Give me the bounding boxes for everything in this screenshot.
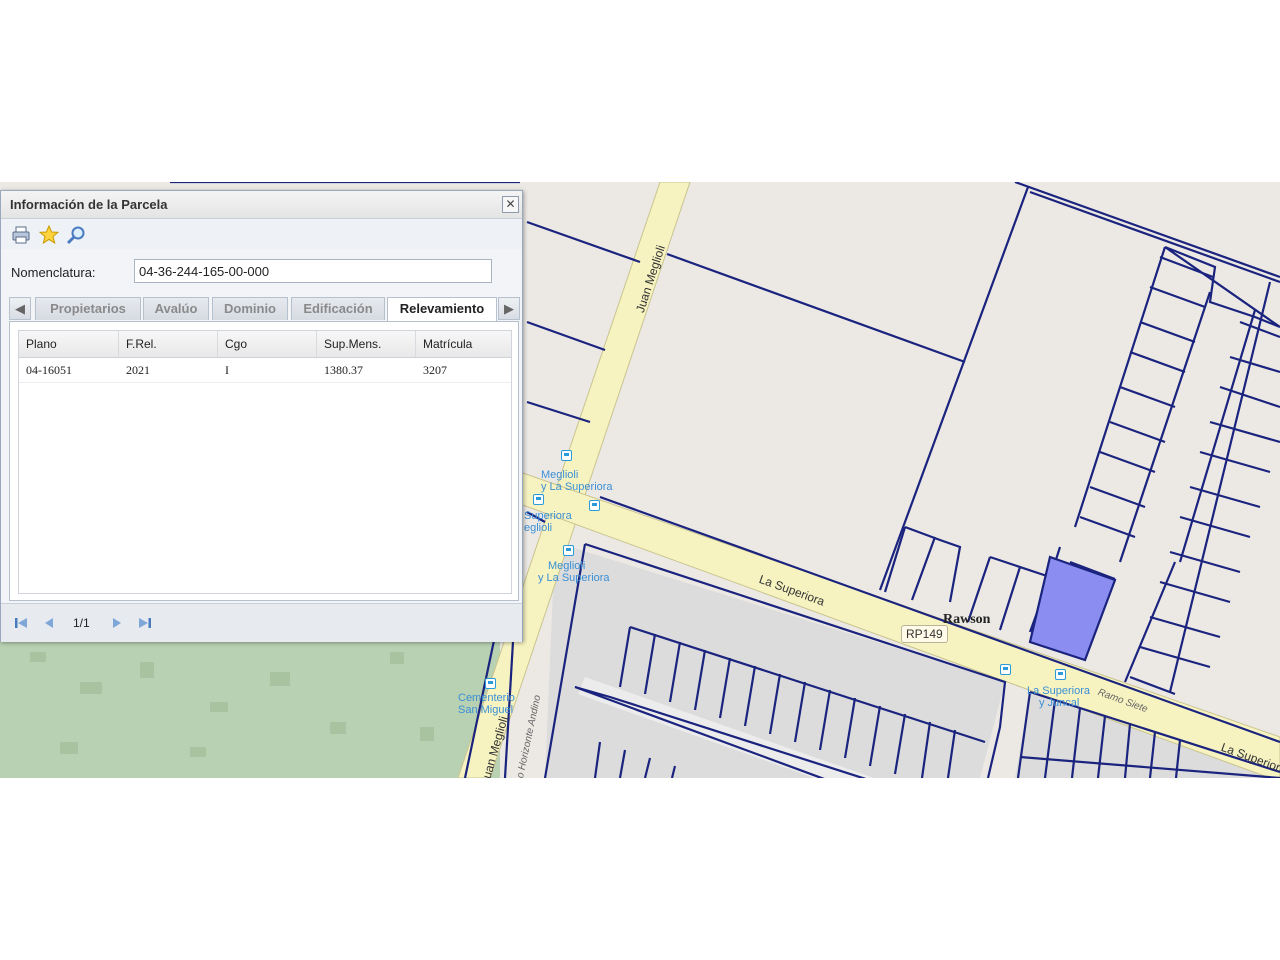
poi-text: La Superiora [1027,685,1090,697]
poi-text: y La Superiora [541,481,613,493]
bus-stop-icon[interactable] [533,494,544,505]
town-label: Rawson [943,612,991,627]
dialog-toolbar [1,219,522,249]
page-indicator: 1/1 [73,616,90,630]
previous-page-icon [45,618,53,628]
cell-sup-mens: 1380.37 [324,363,363,377]
bus-stop-icon[interactable] [485,678,496,689]
previous-page-button[interactable] [41,615,57,631]
print-button[interactable] [11,225,31,245]
column-header-sup-mens[interactable]: Sup.Mens. [317,331,416,357]
first-page-button[interactable] [13,615,29,631]
column-header-f-rel[interactable]: F.Rel. [119,331,218,357]
tab-strip: ◀ Propietarios Avalúo Dominio Edificació… [9,297,520,322]
cell-f-rel: 2021 [126,363,150,377]
tab-dominio[interactable]: Dominio [212,297,288,320]
bus-stop-icon[interactable] [589,500,600,511]
route-badge: RP149 [901,625,948,643]
bus-stop-icon[interactable] [561,450,572,461]
cell-matricula: 3207 [423,363,447,377]
column-header-cgo[interactable]: Cgo [218,331,317,357]
pager: 1/1 [1,603,522,642]
next-page-icon [113,618,121,628]
column-header-matricula[interactable]: Matrícula [416,331,511,357]
tab-propietarios[interactable]: Propietarios [35,297,141,320]
cell-plano: 04-16051 [26,363,72,377]
dialog-title: Información de la Parcela [10,197,168,212]
parcel-info-dialog: Información de la Parcela ✕ Nomenclatura… [0,190,523,642]
poi-text: y La Superiora [538,572,610,584]
last-page-icon [139,618,151,628]
bus-stop-icon[interactable] [1000,664,1011,675]
poi-text: Meglioli [541,469,579,481]
tab-scroll-left-button[interactable]: ◀ [9,297,31,320]
relevamiento-panel: Plano F.Rel. Cgo Sup.Mens. Matrícula 04-… [9,321,519,601]
next-page-button[interactable] [109,615,125,631]
green-area [0,622,500,778]
poi-bus-stop-3[interactable]: Meglioli y La Superiora [538,560,610,584]
poi-bus-stop-4[interactable]: La Superiora y Juncal [1027,685,1090,709]
first-page-icon [15,618,27,628]
magnifier-icon [66,226,85,245]
poi-cementerio[interactable]: Cementerio San Miguel [458,692,515,716]
tab-scroll-right-button[interactable]: ▶ [498,297,520,320]
grid-header: Plano F.Rel. Cgo Sup.Mens. Matrícula [19,331,511,358]
poi-text: eglioli [524,522,553,534]
tab-edificacion[interactable]: Edificación [291,297,385,320]
dialog-body: Nomenclatura: ◀ Propietarios Avalúo Domi… [1,249,522,642]
poi-bus-stop-2[interactable]: Superiora eglioli [524,510,572,534]
star-icon [38,224,60,245]
nomenclatura-label: Nomenclatura: [11,265,96,280]
poi-bus-stop-1[interactable]: Meglioli y La Superiora [541,469,613,493]
poi-text: San Miguel [458,704,514,716]
relevamiento-grid: Plano F.Rel. Cgo Sup.Mens. Matrícula 04-… [18,330,512,594]
selected-parcel [1028,555,1117,662]
dialog-header[interactable]: Información de la Parcela ✕ [1,191,522,219]
last-page-button[interactable] [137,615,153,631]
poi-text: Superiora [524,510,572,522]
poi-text: Cementerio [458,692,515,704]
tab-avaluo[interactable]: Avalúo [143,297,209,320]
tab-relevamiento[interactable]: Relevamiento [387,297,497,322]
poi-text: y Juncal [1039,697,1080,709]
table-row[interactable]: 04-16051 2021 I 1380.37 3207 [19,358,511,383]
zoom-to-parcel-button[interactable] [66,225,86,245]
bus-stop-icon[interactable] [563,545,574,556]
bus-stop-icon[interactable] [1055,669,1066,680]
poi-text: Meglioli [548,560,586,572]
printer-icon [12,226,30,244]
favorite-button[interactable] [38,224,60,245]
close-button[interactable]: ✕ [502,196,519,213]
nomenclatura-field[interactable] [134,259,492,283]
cell-cgo: I [225,363,229,377]
column-header-plano[interactable]: Plano [19,331,119,357]
